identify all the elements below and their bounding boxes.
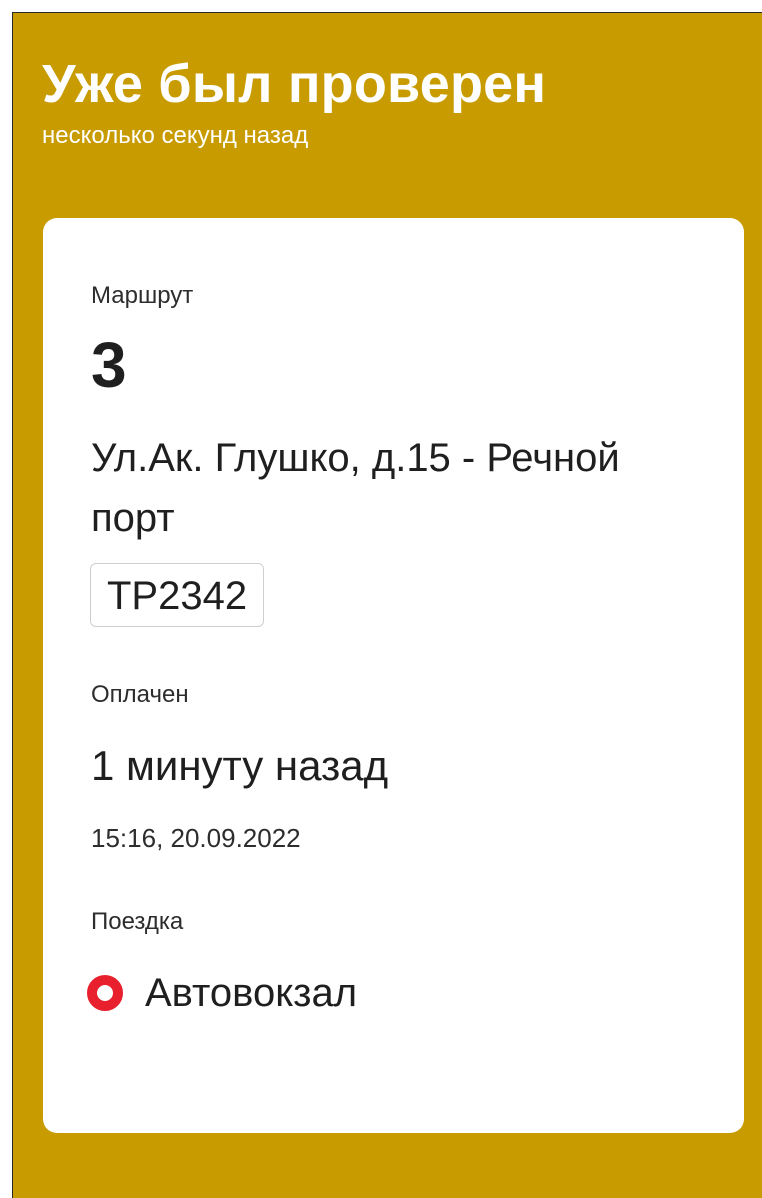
- paid-relative-time: 1 минуту назад: [91, 742, 389, 789]
- paid-label: Оплачен: [91, 681, 189, 708]
- trip-label: Поездка: [91, 908, 184, 935]
- status-title: Уже был проверен: [42, 54, 547, 114]
- status-time: несколько секунд назад: [42, 122, 309, 149]
- trip-stop-row: Автовокзал: [87, 968, 358, 1018]
- status-header: Уже был проверен несколько секунд назад: [42, 53, 546, 151]
- trip-stop-name: Автовокзал: [145, 971, 358, 1015]
- ticket-status-screen: Уже был проверен несколько секунд назад …: [12, 12, 762, 1198]
- route-name: Ул.Ак. Глушко, д.15 - Речной порт: [91, 436, 620, 540]
- vehicle-number-badge: ТР2342: [90, 563, 265, 627]
- route-label: Маршрут: [91, 282, 194, 309]
- route-number: 3: [91, 329, 127, 401]
- stop-marker-icon: [87, 975, 123, 1011]
- ticket-card: Маршрут 3 Ул.Ак. Глушко, д.15 - Речной п…: [43, 218, 744, 1133]
- paid-datetime: 15:16, 20.09.2022: [91, 823, 301, 853]
